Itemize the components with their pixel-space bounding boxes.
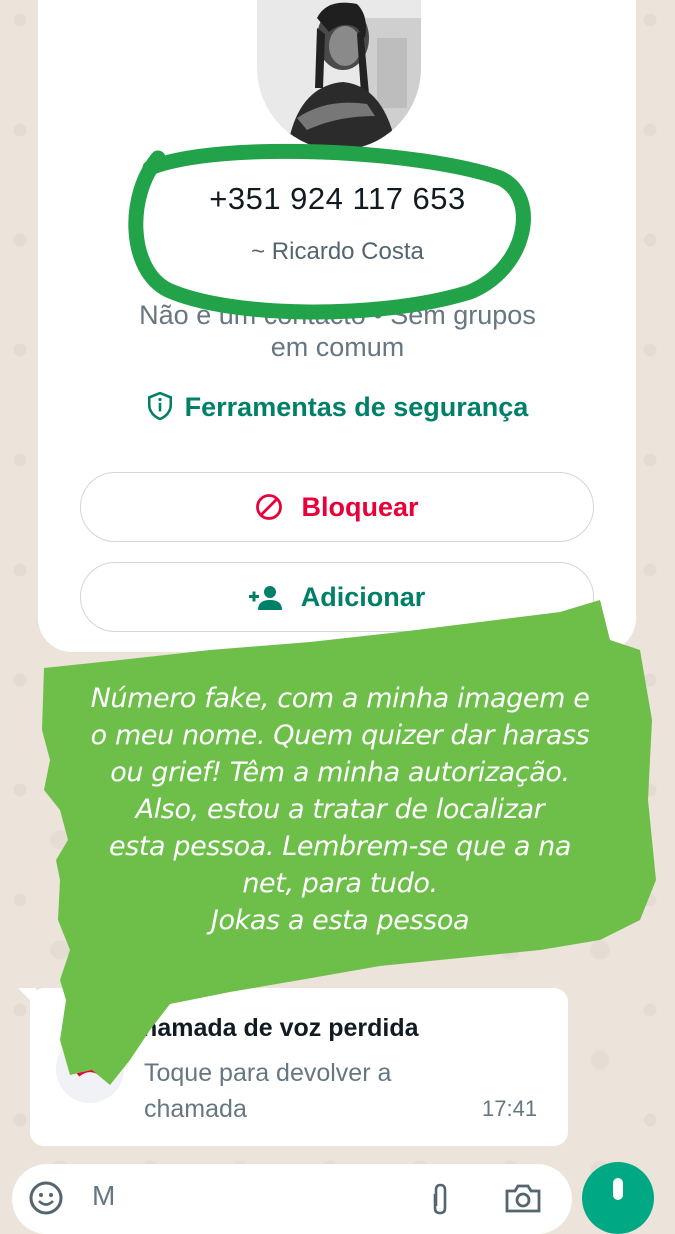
overlay-note-line: net, para tudo.	[242, 868, 438, 899]
missed-call-subtitle: Toque para devolver a chamada	[144, 1059, 392, 1123]
mic-icon	[613, 1178, 623, 1200]
overlay-note-line: esta pessoa. Lembrem-se que a na	[108, 831, 572, 862]
message-input[interactable]: M	[92, 1180, 115, 1212]
safety-tools-link[interactable]: Ferramentas de segurança	[0, 391, 675, 423]
voice-message-button[interactable]	[582, 1162, 654, 1234]
camera-icon[interactable]	[504, 1182, 542, 1214]
overlay-note-line: Also, estou a tratar de localizar	[135, 794, 545, 825]
contact-push-name: ~ Ricardo Costa	[251, 238, 424, 265]
missed-call-icon	[56, 1035, 124, 1103]
safety-tools-label: Ferramentas de segurança	[184, 392, 529, 422]
overlay-note-line: ou grief! Têm a minha autorização.	[110, 757, 570, 788]
contact-phone-number: +351 924 117 653	[209, 181, 466, 216]
overlay-note-line: Jokas a esta pessoa	[210, 905, 470, 936]
overlay-note: Número fake, com a minha imagem e o meu …	[40, 680, 640, 939]
add-contact-button[interactable]: Adicionar	[80, 562, 594, 632]
contact-info-line: Não é um contacto • Sem grupos	[139, 300, 536, 330]
add-person-icon	[248, 586, 282, 610]
missed-call-title: Chamada de voz perdida	[124, 1014, 419, 1042]
emoji-icon[interactable]	[28, 1180, 64, 1216]
overlay-note-line: Número fake, com a minha imagem e	[90, 683, 590, 714]
message-timestamp: 17:41	[482, 1096, 538, 1121]
overlay-note-line: o meu nome. Quem quizer dar harass	[90, 720, 590, 751]
shield-info-icon	[147, 391, 172, 421]
attach-icon[interactable]	[428, 1182, 452, 1216]
block-label: Bloquear	[301, 492, 419, 522]
block-button[interactable]: Bloquear	[80, 472, 594, 542]
block-icon	[256, 494, 283, 520]
contact-info-line-2: em comum	[270, 332, 405, 362]
add-label: Adicionar	[300, 582, 426, 612]
